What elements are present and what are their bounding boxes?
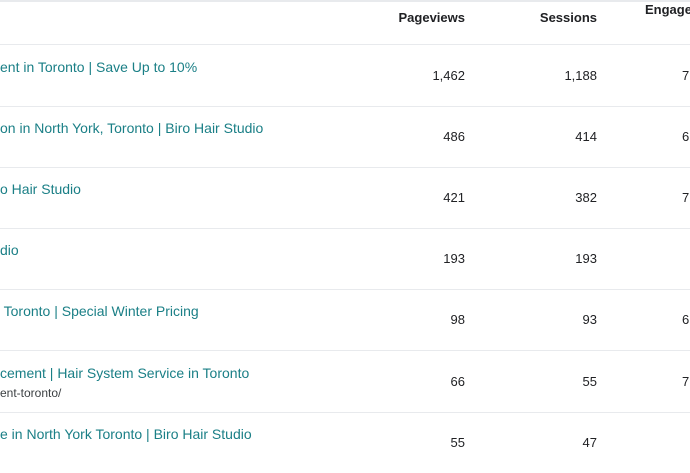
pageviews-value: 55 (450, 435, 465, 450)
table-row: e in North York Toronto | Biro Hair Stud… (0, 412, 690, 473)
sessions-value: 1,188 (564, 68, 597, 83)
column-header-pageviews[interactable]: Pageviews (399, 10, 466, 25)
table-row: cement | Hair System Service in Toronto … (0, 351, 690, 413)
sessions-value: 414 (575, 129, 597, 144)
pageviews-value: 193 (443, 251, 465, 266)
pageviews-value: 98 (450, 312, 465, 327)
table-row: Toronto | Special Winter Pricing 98 93 6 (0, 289, 690, 351)
sessions-value: 382 (575, 190, 597, 205)
engagement-value: 7 (682, 374, 690, 389)
column-header-engagement[interactable]: Engage (645, 2, 690, 17)
page-title-link[interactable]: e in North York Toronto | Biro Hair Stud… (0, 426, 252, 442)
engagement-value: 7 (682, 68, 690, 83)
sessions-value: 55 (582, 374, 597, 389)
pageviews-value: 1,462 (432, 68, 465, 83)
table-row: on in North York, Toronto | Biro Hair St… (0, 106, 690, 168)
page-title-link[interactable]: o Hair Studio (0, 181, 81, 197)
page-title-link[interactable]: Toronto | Special Winter Pricing (0, 303, 199, 319)
engagement-value: 6 (682, 312, 690, 327)
column-header-sessions[interactable]: Sessions (540, 10, 597, 25)
pageviews-value: 421 (443, 190, 465, 205)
page-title-link[interactable]: ent in Toronto | Save Up to 10% (0, 59, 197, 75)
page-title-link[interactable]: on in North York, Toronto | Biro Hair St… (0, 120, 263, 136)
page-title-link[interactable]: cement | Hair System Service in Toronto (0, 365, 249, 381)
sessions-value: 193 (575, 251, 597, 266)
sessions-value: 93 (582, 312, 597, 327)
sessions-value: 47 (582, 435, 597, 450)
table-row: ent in Toronto | Save Up to 10% 1,462 1,… (0, 45, 690, 107)
pageviews-value: 486 (443, 129, 465, 144)
pageviews-value: 66 (450, 374, 465, 389)
page-path: ent-toronto/ (0, 386, 62, 400)
table-row: o Hair Studio 421 382 7 (0, 167, 690, 229)
table-header: Pageviews Sessions Engage (0, 0, 690, 45)
table-row: dio 193 193 (0, 228, 690, 290)
engagement-value: 6 (682, 129, 690, 144)
engagement-value: 7 (682, 190, 690, 205)
page-title-link[interactable]: dio (0, 242, 19, 258)
